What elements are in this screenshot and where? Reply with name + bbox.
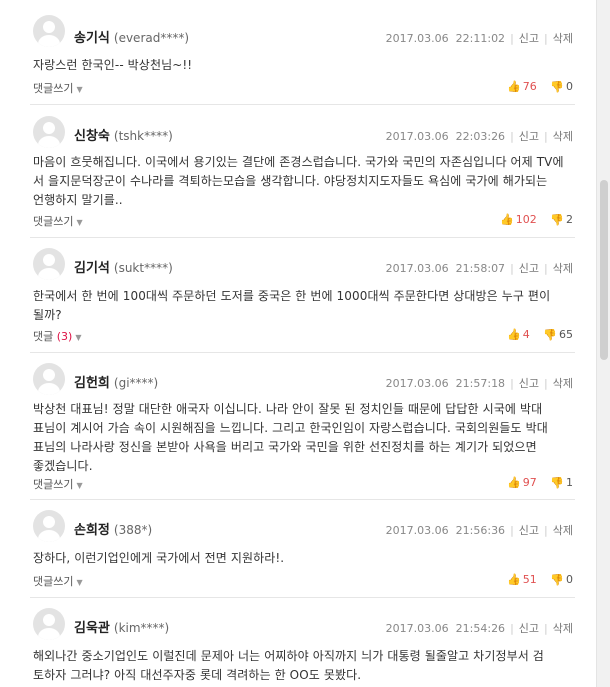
delete-button[interactable]: 삭제	[553, 32, 573, 45]
thumbs-up-icon: 👍	[500, 213, 514, 226]
comment-time: 21:57:18	[455, 377, 506, 390]
avatar	[33, 608, 65, 640]
chevron-down-icon: ▼	[76, 85, 83, 94]
comment-date: 2017.03.06	[385, 262, 449, 275]
dislike-button[interactable]: 👍 0	[550, 573, 573, 586]
author-name: 김욱관	[74, 621, 110, 636]
comment-item: 송기식 (everad****) 2017.03.06 22:11:02 | 신고 | 삭…	[30, 0, 575, 105]
comment-item: 손희정 (388*) 2017.03.06 21:56:36 | 신고 | 삭제 장하다,…	[30, 500, 575, 598]
thumbs-down-icon: 👍	[550, 213, 564, 226]
report-button[interactable]: 신고	[519, 130, 539, 143]
delete-button[interactable]: 삭제	[553, 377, 573, 390]
avatar	[33, 116, 65, 148]
thumbs-down-icon: 👍	[543, 328, 557, 341]
like-button[interactable]: 👍 4	[507, 328, 530, 341]
report-button[interactable]: 신고	[519, 377, 539, 390]
dislike-button[interactable]: 👍 2	[550, 213, 573, 226]
avatar	[33, 248, 65, 280]
author-id: (sukt****)	[113, 261, 173, 275]
report-button[interactable]: 신고	[519, 622, 539, 635]
comment-item: 김헌희 (gi****) 2017.03.06 21:57:18 | 신고 | 삭제 박상…	[30, 353, 575, 500]
comment-time: 21:58:07	[455, 262, 506, 275]
reply-button[interactable]: 댓글쓰기 ▼	[33, 476, 83, 492]
comment-date: 2017.03.06	[385, 622, 449, 635]
comment-item: 신창숙 (tshk****) 2017.03.06 22:03:26 | 신고 | 삭제 …	[30, 105, 575, 238]
reply-button[interactable]: 댓글쓰기 ▼	[33, 573, 83, 589]
comment-date: 2017.03.06	[385, 377, 449, 390]
comment-text: 해외나간 중소기업인도 이럴진데 문제아 너는 어찌하야 아직까지 늬가 대통령…	[33, 649, 544, 682]
comment-text: 한국에서 한 번에 100대씩 주문하던 도저를 중국은 한 번에 1000대씩…	[33, 289, 551, 322]
reply-count: (3)	[56, 330, 73, 343]
author-name: 신창숙	[74, 129, 110, 144]
chevron-down-icon: ▼	[75, 333, 82, 342]
comment-date: 2017.03.06	[385, 130, 449, 143]
chevron-down-icon: ▼	[76, 578, 83, 587]
comment-time: 22:11:02	[455, 32, 506, 45]
dislike-button[interactable]: 👍 1	[550, 476, 573, 489]
like-button[interactable]: 👍 51	[507, 573, 537, 586]
author-name: 손희정	[74, 523, 110, 538]
reply-button[interactable]: 댓글쓰기 ▼	[33, 80, 83, 96]
like-button[interactable]: 👍 76	[507, 80, 537, 93]
report-button[interactable]: 신고	[519, 524, 539, 537]
scrollbar-thumb[interactable]	[600, 180, 608, 360]
comment-time: 22:03:26	[455, 130, 506, 143]
comment-date: 2017.03.06	[385, 524, 449, 537]
like-button[interactable]: 👍 97	[507, 476, 537, 489]
thumbs-up-icon: 👍	[507, 476, 521, 489]
report-button[interactable]: 신고	[519, 262, 539, 275]
author-name: 김기석	[74, 261, 110, 276]
chevron-down-icon: ▼	[76, 218, 83, 227]
reply-button[interactable]: 댓글 (3) ▼	[33, 328, 82, 344]
reply-button[interactable]: 댓글쓰기 ▼	[33, 213, 83, 229]
comment-text: 자랑스런 한국인-- 박상천님~!!	[33, 58, 193, 72]
delete-button[interactable]: 삭제	[553, 130, 573, 143]
author-name: 김헌희	[74, 376, 110, 391]
like-button[interactable]: 👍 102	[500, 213, 537, 226]
delete-button[interactable]: 삭제	[553, 262, 573, 275]
author-name: 송기식	[74, 31, 110, 46]
author-id: (gi****)	[113, 376, 159, 390]
thumbs-up-icon: 👍	[507, 328, 521, 341]
comment-date: 2017.03.06	[385, 32, 449, 45]
author-id: (tshk****)	[113, 129, 173, 143]
comment-item: 김욱관 (kim****) 2017.03.06 21:54:26 | 신고 | 삭제 해…	[30, 598, 575, 687]
author-id: (kim****)	[113, 621, 170, 635]
author-id: (everad****)	[113, 31, 190, 45]
thumbs-down-icon: 👍	[550, 80, 564, 93]
comment-time: 21:56:36	[455, 524, 506, 537]
scrollbar[interactable]	[596, 0, 610, 687]
chevron-down-icon: ▼	[76, 481, 83, 490]
report-button[interactable]: 신고	[519, 32, 539, 45]
comment-text: 마음이 흐뭇해집니다. 이국에서 용기있는 결단에 존경스럽습니다. 국가와 국…	[33, 155, 564, 207]
dislike-button[interactable]: 👍 65	[543, 328, 573, 341]
thumbs-up-icon: 👍	[507, 80, 521, 93]
delete-button[interactable]: 삭제	[553, 622, 573, 635]
comment-item: 김기석 (sukt****) 2017.03.06 21:58:07 | 신고 | 삭제 …	[30, 238, 575, 353]
dislike-button[interactable]: 👍 0	[550, 80, 573, 93]
thumbs-down-icon: 👍	[550, 573, 564, 586]
comment-text: 박상천 대표님! 정말 대단한 애국자 이십니다. 나라 안이 잘못 된 정치인…	[33, 402, 548, 473]
thumbs-up-icon: 👍	[507, 573, 521, 586]
avatar	[33, 15, 65, 47]
author-id: (388*)	[113, 523, 153, 537]
comment-text: 장하다, 이런기업인에게 국가에서 전면 지원하라!.	[33, 551, 285, 565]
comment-time: 21:54:26	[455, 622, 506, 635]
delete-button[interactable]: 삭제	[553, 524, 573, 537]
avatar	[33, 510, 65, 542]
avatar	[33, 363, 65, 395]
thumbs-down-icon: 👍	[550, 476, 564, 489]
